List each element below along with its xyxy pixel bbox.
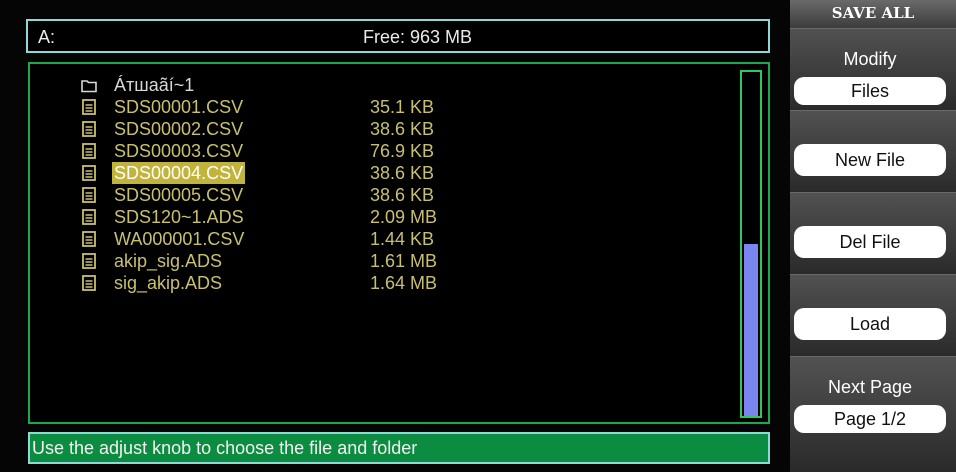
file-size: 38.6 KB — [370, 163, 435, 183]
modify-value: Files — [794, 77, 946, 105]
file-size: 2.09 MB — [370, 207, 438, 227]
file-icon — [80, 120, 98, 138]
file-icon — [80, 186, 98, 204]
scrollbar[interactable] — [740, 70, 762, 418]
file-size: 38.6 KB — [370, 185, 435, 205]
del-file-button[interactable]: Del File — [794, 226, 946, 258]
file-size: 1.61 MB — [370, 251, 438, 271]
del-file-softkey[interactable]: Del File — [790, 192, 956, 274]
file-browser: Áтшaãí~1 SDS00001.CSV 35.1 KB SDS00002.CSV 3… — [28, 62, 770, 424]
file-name: SDS00005.CSV — [114, 185, 244, 205]
scrollbar-thumb[interactable] — [744, 244, 758, 416]
next-page-softkey[interactable]: Next Page Page 1/2 — [790, 356, 956, 472]
file-icon — [80, 208, 98, 226]
load-softkey[interactable]: Load — [790, 274, 956, 356]
file-size: 35.1 KB — [370, 97, 435, 117]
file-icon — [80, 252, 98, 270]
menu-title: SAVE ALL — [790, 0, 956, 28]
file-name: WA000001.CSV — [114, 229, 245, 249]
file-size: 1.64 MB — [370, 273, 438, 293]
file-size: 38.6 KB — [370, 119, 435, 139]
softkey-menu: SAVE ALL Modify Files New File Del File … — [790, 0, 956, 472]
file-icon — [80, 164, 98, 182]
file-name: SDS00002.CSV — [114, 119, 244, 139]
drive-label: A: — [38, 27, 56, 47]
file-size: 1.44 KB — [370, 229, 435, 249]
page-indicator: Page 1/2 — [794, 405, 946, 433]
file-icon — [80, 230, 98, 248]
file-name: akip_sig.ADS — [114, 251, 223, 271]
file-name: SDS00003.CSV — [114, 141, 244, 161]
next-page-label: Next Page — [827, 377, 913, 397]
file-icon — [80, 142, 98, 160]
file-name: Áтшaãí~1 — [114, 75, 195, 95]
free-space: Free: 963 MB — [363, 27, 473, 47]
file-size: 76.9 KB — [370, 141, 435, 161]
path-bar: A: Free: 963 MB — [26, 19, 770, 53]
file-name: SDS00001.CSV — [114, 97, 244, 117]
file-name: SDS120~1.ADS — [114, 207, 244, 227]
new-file-button[interactable]: New File — [794, 144, 946, 176]
status-bar: Use the adjust knob to choose the file a… — [28, 432, 770, 464]
load-button[interactable]: Load — [794, 308, 946, 340]
modify-softkey[interactable]: Modify Files — [790, 28, 956, 110]
file-manager-screen: A: Free: 963 MB Áтшaãí~1 SDS00001.CSV 35.1… — [0, 0, 790, 472]
modify-label: Modify — [843, 49, 897, 69]
folder-icon — [80, 76, 98, 94]
file-icon — [80, 274, 98, 292]
new-file-softkey[interactable]: New File — [790, 110, 956, 192]
file-name: sig_akip.ADS — [114, 273, 223, 293]
file-name: SDS00004.CSV — [112, 162, 246, 184]
file-icon — [80, 98, 98, 116]
